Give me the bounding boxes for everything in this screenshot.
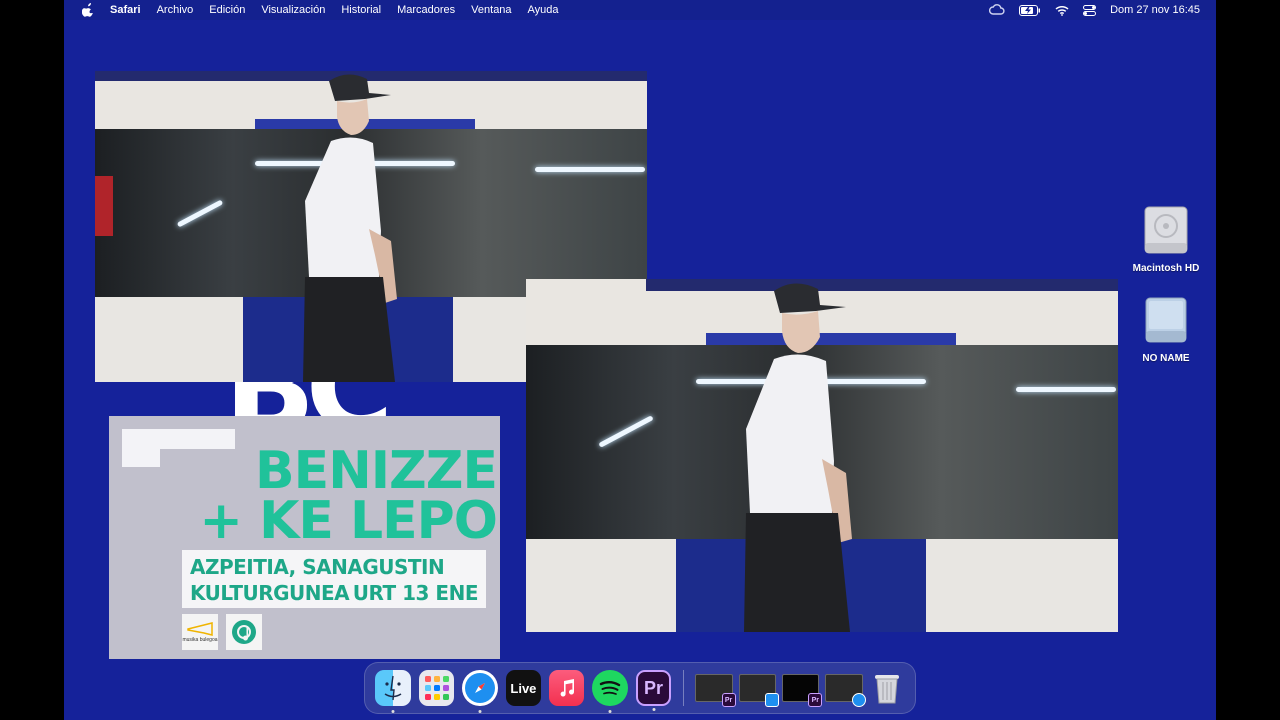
poster-date: URT 13 ENE (352, 581, 479, 605)
desktop-icon-macintosh-hd[interactable]: Macintosh HD (1121, 205, 1211, 274)
dock-premiere[interactable]: Pr (635, 670, 672, 711)
dock-minimized-window-3[interactable]: Pr (781, 674, 823, 707)
premiere-badge-icon: Pr (808, 693, 823, 707)
dock-minimized-window-1[interactable]: Pr (695, 674, 736, 707)
poster-venue: AZPEITIA, SANAGUSTIN KULTURGUNEA URT 13 … (182, 550, 486, 608)
dock-trash[interactable] (870, 670, 905, 706)
menu-ventana[interactable]: Ventana (471, 4, 511, 16)
concert-poster: BENIZZE + KE LEPO AZPEITIA, SANAGUSTIN K… (109, 416, 500, 659)
finder-icon (384, 675, 402, 701)
dock-launchpad[interactable] (419, 670, 455, 706)
dock-spotify[interactable] (592, 670, 628, 713)
letterbox-right (1216, 0, 1280, 720)
launchpad-icon (424, 676, 449, 700)
hard-drive-icon (1144, 206, 1188, 254)
safari-icon (465, 673, 496, 703)
dock-separator (683, 670, 685, 706)
dock-music[interactable] (549, 670, 585, 706)
poster-venue-line1: AZPEITIA, SANAGUSTIN (190, 555, 445, 579)
battery-icon[interactable] (1019, 4, 1041, 16)
logo-text: musika bulegoa (182, 637, 218, 643)
wifi-icon[interactable] (1055, 5, 1069, 16)
menu-app-name[interactable]: Safari (110, 4, 141, 16)
menu-ayuda[interactable]: Ayuda (528, 4, 559, 16)
spotify-icon (599, 681, 621, 695)
poster-venue-line2: KULTURGUNEA (190, 581, 350, 605)
menu-bar: Safari Archivo Edición Visualización His… (64, 0, 1216, 20)
menu-marcadores[interactable]: Marcadores (397, 4, 455, 16)
person-figure (744, 283, 852, 632)
creative-cloud-icon[interactable] (989, 4, 1005, 16)
poster-title: BENIZZE + KE LEPO (187, 441, 498, 551)
ableton-live-icon: Live (510, 680, 537, 696)
dock-safari[interactable] (462, 670, 498, 713)
desktop-icon-no-name[interactable]: NO NAME (1121, 295, 1211, 364)
premiere-icon: Pr (644, 677, 664, 698)
desktop-icon-label: Macintosh HD (1132, 263, 1200, 274)
dock-minimized-window-4[interactable] (825, 674, 866, 707)
menu-edicion[interactable]: Edición (209, 4, 245, 16)
finder-badge-icon (764, 693, 779, 707)
dock-ableton-live[interactable]: Live (505, 670, 542, 706)
apple-icon[interactable] (82, 3, 94, 17)
record-logo (226, 614, 262, 650)
menu-historial[interactable]: Historial (341, 4, 381, 16)
control-center-icon[interactable] (1083, 4, 1097, 16)
dock-minimized-window-2[interactable] (738, 674, 779, 707)
poster-title-line1: BENIZZE (255, 441, 498, 501)
person-figure (303, 74, 397, 382)
menu-visualizacion[interactable]: Visualización (261, 4, 325, 16)
dock-finder[interactable] (375, 670, 411, 713)
video-frame-2[interactable] (526, 279, 1118, 632)
desktop: Safari Archivo Edición Visualización His… (64, 0, 1216, 720)
music-icon (560, 679, 574, 697)
poster-shape (122, 429, 160, 467)
menu-archivo[interactable]: Archivo (157, 4, 194, 16)
dock: Live Pr Pr Pr (364, 662, 916, 714)
letterbox-left (0, 0, 64, 720)
trash-icon (875, 675, 900, 704)
menu-clock[interactable]: Dom 27 nov 16:45 (1110, 4, 1200, 16)
external-drive-icon (1145, 297, 1187, 343)
musika-bulegoa-logo: musika bulegoa (182, 614, 218, 650)
safari-badge-icon (851, 693, 866, 707)
desktop-icon-label: NO NAME (1142, 353, 1190, 364)
premiere-badge-icon: Pr (721, 693, 736, 707)
poster-title-line2: + KE LEPO (199, 491, 498, 551)
